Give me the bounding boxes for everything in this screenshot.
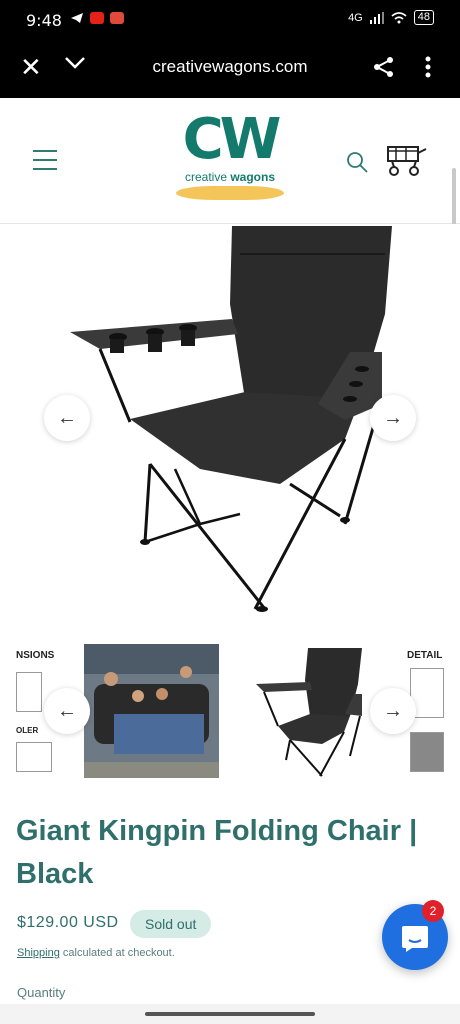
site-header: CW creative wagons	[0, 98, 460, 224]
shipping-text: calculated at checkout.	[59, 947, 175, 959]
thumbnail-chair[interactable]	[250, 644, 370, 778]
thumbnail-prev-button[interactable]: ←	[44, 688, 90, 734]
menu-icon[interactable]	[33, 150, 57, 177]
battery-indicator: 48	[413, 10, 434, 25]
browser-toolbar: ✕ creativewagons.com	[0, 38, 460, 98]
wifi-icon	[391, 11, 407, 23]
product-title: Giant Kingpin Folding Chair | Black	[16, 815, 418, 890]
thumbnail-label: OLER	[16, 726, 39, 735]
thumbnail-strip: NSIONS OLER DETAIL ← →	[0, 640, 460, 780]
thumbnail-group-photo[interactable]	[84, 644, 219, 778]
logo-beach-graphic	[176, 186, 284, 200]
product-main-image: ← →	[0, 224, 460, 634]
logo-mark: CW	[182, 107, 282, 172]
thumbnail-label: DETAIL	[407, 650, 443, 661]
telegram-icon	[71, 13, 83, 23]
cart-wagon-icon[interactable]	[386, 143, 428, 177]
status-bar: 9:48 4G 48	[0, 0, 460, 38]
quantity-label: Quantity	[17, 985, 66, 1000]
more-menu-icon[interactable]	[424, 55, 432, 79]
signal-icon	[369, 11, 384, 24]
notification-icons	[70, 12, 124, 24]
shipping-link[interactable]: Shipping	[17, 947, 60, 959]
status-right: 4G 48	[348, 10, 434, 25]
youtube-icon	[90, 12, 104, 24]
gallery-prev-button[interactable]: ←	[44, 395, 90, 441]
logo-tagline: creative wagons	[184, 170, 276, 184]
home-indicator[interactable]	[145, 1012, 315, 1016]
gesture-bar	[0, 1004, 460, 1024]
gallery-next-button[interactable]: →	[370, 395, 416, 441]
thumbnail-label: NSIONS	[16, 650, 55, 661]
chat-unread-badge: 2	[422, 900, 444, 922]
product-price: $129.00 USD	[17, 914, 119, 931]
mail-icon	[110, 12, 124, 24]
site-logo[interactable]: CW creative wagons	[170, 112, 290, 204]
search-icon[interactable]	[345, 150, 369, 174]
sold-out-badge: Sold out	[130, 910, 212, 938]
thumbnail-next-button[interactable]: →	[370, 688, 416, 734]
shipping-note: Shipping calculated at checkout.	[17, 947, 175, 959]
network-label: 4G	[348, 11, 363, 24]
status-time: 9:48	[26, 11, 62, 30]
share-icon[interactable]	[373, 56, 395, 78]
